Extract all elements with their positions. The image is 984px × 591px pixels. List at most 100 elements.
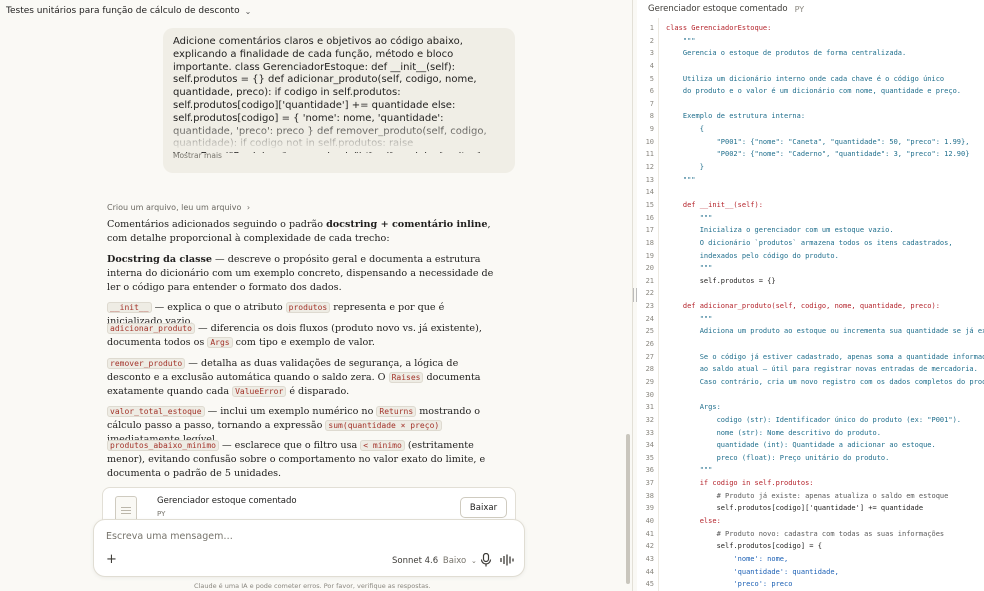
code-line: 25 Adiciona um produto ao estoque ou inc… (637, 325, 984, 338)
code-line: 22 (637, 287, 984, 300)
response-paragraph-remover: remover_produto — detalha as duas valida… (107, 357, 497, 399)
line-number: 37 (645, 479, 654, 488)
line-number: 8 (649, 112, 654, 121)
code-panel: Gerenciador estoque comentado PY 1 class … (637, 0, 984, 591)
code-line: 3 Gerencia o estoque de produtos de form… (637, 47, 984, 60)
code-panel-title: Gerenciador estoque comentado (648, 4, 788, 14)
code-line: 29 Caso contrário, cria um novo registro… (637, 376, 984, 389)
code-line: 44 'quantidade': quantidade, (637, 566, 984, 579)
inline-code: ValueError (232, 386, 287, 397)
code-line: 14 (637, 186, 984, 199)
line-number: 30 (645, 390, 654, 399)
line-number: 20 (645, 264, 654, 273)
code-line: 7 (637, 98, 984, 111)
line-number: 44 (645, 567, 654, 576)
code-text: # Produto novo: cadastra com todas as su… (666, 529, 945, 538)
code-line: 23 def adicionar_produto(self, codigo, n… (637, 300, 984, 313)
line-number: 24 (645, 314, 654, 323)
code-text: # Produto já existe: apenas atualiza o s… (666, 491, 949, 500)
line-number: 15 (645, 200, 654, 209)
code-line: 45 'preco': preco (637, 578, 984, 591)
code-text: "P001": {"nome": "Caneta", "quantidade":… (666, 137, 970, 146)
response-intro: Comentários adicionados seguindo o padrã… (107, 218, 497, 246)
code-line: 9 { (637, 123, 984, 136)
code-line: 35 preco (float): Preço unitário do prod… (637, 452, 984, 465)
inline-code: < minimo (360, 440, 405, 451)
activity-label: Criou um arquivo, leu um arquivo (107, 203, 242, 212)
code-text: { (666, 125, 704, 134)
code-text: codigo (str): Identificador único do pro… (666, 415, 962, 424)
line-number: 41 (645, 529, 654, 538)
code-line: 6 do produto e o valor é um dicionário c… (637, 85, 984, 98)
code-text: ao saldo atual — útil para registrar nov… (666, 365, 978, 374)
chevron-down-icon: ⌄ (244, 6, 252, 16)
code-line: 2 """ (637, 35, 984, 48)
code-text: nome (str): Nome descritivo do produto. (666, 428, 881, 437)
code-panel-header: Gerenciador estoque comentado PY (637, 0, 984, 18)
line-number: 11 (645, 150, 654, 159)
code-text: 'nome': nome, (666, 554, 789, 563)
code-line: 36 """ (637, 464, 984, 477)
code-line: 27 Se o código já estiver cadastrado, ap… (637, 351, 984, 364)
p1-bold: Docstring da classe (107, 254, 212, 265)
code-text: Caso contrário, cria um novo registro co… (666, 377, 984, 386)
intro-bold: docstring + comentário inline (326, 219, 488, 230)
line-number: 45 (645, 580, 654, 589)
line-number: 14 (645, 188, 654, 197)
code-line: 30 (637, 389, 984, 402)
code-text: do produto e o valor é um dicionário com… (666, 87, 962, 96)
code-line: 33 nome (str): Nome descritivo do produt… (637, 427, 984, 440)
download-button[interactable]: Baixar (460, 497, 507, 518)
chat-scrollbar[interactable] (626, 434, 630, 584)
code-text: self.produtos = {} (666, 276, 776, 285)
model-selector[interactable]: Sonnet 4.6 Baixo ⌄ (392, 556, 477, 566)
code-line: 40 else: (637, 515, 984, 528)
line-number: 42 (645, 542, 654, 551)
message-composer: Escreva uma mensagem… + Sonnet 4.6 Baixo… (93, 519, 525, 577)
line-number: 3 (649, 49, 654, 58)
inline-code: produtos_abaixo_minimo (107, 440, 219, 451)
inline-code: sum(quantidade × preço) (325, 420, 443, 431)
code-text: indexados pelo código do produto. (666, 251, 839, 260)
show-more-button[interactable]: Mostrar mais (173, 151, 222, 160)
chevron-down-icon: ⌄ (470, 557, 477, 565)
p5-text: — inclui um exemplo numérico no (204, 406, 377, 417)
line-number: 17 (645, 226, 654, 235)
code-text: preco (float): Preço unitário do produto… (666, 453, 890, 462)
code-line: 5 Utiliza um dicionário interno onde cad… (637, 73, 984, 86)
code-text: "P002": {"nome": "Caderno", "quantidade"… (666, 150, 970, 159)
line-number: 4 (649, 61, 654, 70)
code-line: 20 """ (637, 262, 984, 275)
conversation-title-button[interactable]: Testes unitários para função de cálculo … (0, 0, 632, 22)
disclaimer: Claude é uma IA e pode cometer erros. Po… (194, 582, 431, 590)
message-input[interactable]: Escreva uma mensagem… (106, 531, 233, 542)
line-number: 28 (645, 365, 654, 374)
code-text: if codigo in self.produtos: (666, 479, 814, 488)
line-number: 18 (645, 238, 654, 247)
line-number: 38 (645, 491, 654, 500)
code-text: def __init__(self): (666, 200, 763, 209)
add-attachment-button[interactable]: + (106, 552, 117, 567)
code-text: 'quantidade': quantidade, (666, 567, 839, 576)
code-line: 19 indexados pelo código do produto. (637, 250, 984, 263)
code-line: 38 # Produto já existe: apenas atualiza … (637, 490, 984, 503)
code-line: 24 """ (637, 313, 984, 326)
line-number: 34 (645, 441, 654, 450)
inline-code: adicionar_produto (107, 323, 195, 334)
inline-code: Args (207, 337, 233, 348)
p2-text: — explica o que o atributo (151, 302, 286, 313)
line-number: 9 (649, 125, 654, 134)
code-text: Gerencia o estoque de produtos de forma … (666, 49, 907, 58)
code-text: O dicionário `produtos` armazena todos o… (666, 238, 953, 247)
response-paragraph-class-docstring: Docstring da classe — descreve o propósi… (107, 253, 497, 295)
inline-code: valor_total_estoque (107, 406, 205, 417)
microphone-icon[interactable] (480, 553, 492, 567)
voice-mode-icon[interactable] (500, 554, 514, 566)
line-number: 6 (649, 87, 654, 96)
activity-summary[interactable]: Criou um arquivo, leu um arquivo › (107, 203, 250, 212)
code-line: 12 } (637, 161, 984, 174)
inline-code: produtos (285, 302, 331, 313)
inline-code: remover_produto (107, 358, 186, 369)
response-paragraph-adicionar: adicionar_produto — diferencia os dois f… (107, 322, 497, 350)
